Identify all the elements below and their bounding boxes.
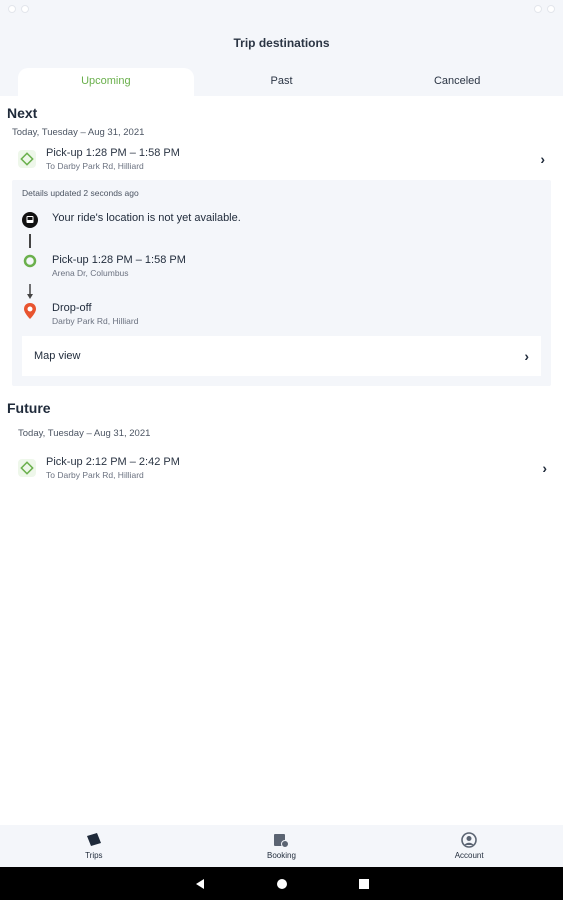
- nav-booking-label: Booking: [267, 851, 296, 860]
- arrow-down-icon: [22, 284, 38, 299]
- system-navigation-bar: [0, 867, 563, 900]
- future-title: Future: [7, 400, 51, 416]
- nav-account-label: Account: [454, 851, 484, 860]
- map-pin-icon: [22, 302, 38, 320]
- chevron-right-icon: ›: [540, 151, 545, 167]
- map-view-button[interactable]: Map view ›: [22, 336, 541, 376]
- status-bar: [0, 0, 563, 18]
- bus-icon: [22, 212, 38, 228]
- settings-status-icon: [21, 5, 29, 13]
- tab-past[interactable]: Past: [194, 68, 370, 96]
- future-trip-destination: To Darby Park Rd, Hilliard: [46, 470, 144, 480]
- next-section: Next Today, Tuesday – Aug 31, 2021 Pick-…: [0, 96, 563, 386]
- details-updated: Details updated 2 seconds ago: [22, 188, 139, 198]
- ticket-icon: [18, 150, 36, 168]
- next-date: Today, Tuesday – Aug 31, 2021: [12, 127, 145, 138]
- battery-icon: [547, 5, 555, 13]
- future-section: Future Today, Tuesday – Aug 31, 2021 Pic…: [0, 386, 563, 491]
- page-title: Trip destinations: [233, 36, 330, 50]
- map-view-label: Map view: [34, 350, 81, 362]
- next-trip-pickup: Pick-up 1:28 PM – 1:58 PM: [46, 147, 180, 159]
- account-icon: [461, 832, 477, 848]
- nav-trips[interactable]: Trips: [34, 832, 154, 860]
- wifi-icon: [534, 5, 542, 13]
- future-trip-row[interactable]: Pick-up 2:12 PM – 2:42 PM To Darby Park …: [8, 445, 557, 491]
- detail-pickup-time: Pick-up 1:28 PM – 1:58 PM: [52, 254, 186, 266]
- chevron-right-icon: ›: [542, 460, 547, 476]
- calendar-clock-icon: [274, 834, 290, 848]
- nav-account[interactable]: Account: [409, 832, 529, 860]
- chevron-right-icon: ›: [524, 348, 529, 364]
- trip-details: Details updated 2 seconds ago Your ride'…: [12, 180, 551, 386]
- app-header: Trip destinations: [0, 18, 563, 68]
- timeline-connector: [22, 234, 38, 248]
- tab-canceled[interactable]: Canceled: [369, 68, 545, 96]
- nav-trips-label: Trips: [85, 851, 103, 860]
- ticket-icon: [18, 459, 36, 477]
- tab-bar: Upcoming Past Canceled: [0, 68, 563, 96]
- tab-upcoming[interactable]: Upcoming: [18, 68, 194, 96]
- future-date: Today, Tuesday – Aug 31, 2021: [18, 428, 151, 439]
- detail-dropoff-address: Darby Park Rd, Hilliard: [52, 316, 139, 326]
- recents-icon[interactable]: [358, 878, 370, 890]
- future-trip-pickup: Pick-up 2:12 PM – 2:42 PM: [46, 456, 180, 468]
- bottom-navigation: Trips Booking Account: [0, 825, 563, 867]
- next-title: Next: [7, 105, 38, 121]
- status-right: [534, 5, 555, 13]
- nav-booking[interactable]: Booking: [221, 832, 341, 860]
- ride-location-status: Your ride's location is not yet availabl…: [52, 212, 241, 224]
- detail-pickup-address: Arena Dr, Columbus: [52, 268, 129, 278]
- home-icon[interactable]: [276, 878, 288, 890]
- notification-icon: [8, 5, 16, 13]
- next-trip-destination: To Darby Park Rd, Hilliard: [46, 161, 144, 171]
- next-trip-row[interactable]: Pick-up 1:28 PM – 1:58 PM To Darby Park …: [8, 138, 555, 180]
- ticket-icon: [86, 833, 101, 846]
- back-icon[interactable]: [194, 878, 206, 890]
- detail-dropoff-label: Drop-off: [52, 302, 92, 314]
- pickup-circle-icon: [22, 254, 38, 268]
- status-left: [8, 5, 29, 13]
